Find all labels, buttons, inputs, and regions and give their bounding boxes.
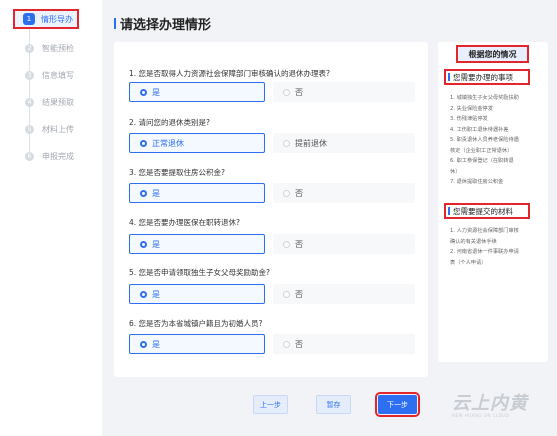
q5-option-yes[interactable]: 是 [129, 284, 265, 304]
save-draft-button[interactable]: 暂存 [316, 395, 351, 414]
q4-option-no[interactable]: 否 [273, 234, 415, 254]
list-item: 7. 退休提取住房公积金 [450, 179, 504, 185]
step-number: 4 [25, 97, 34, 107]
step-number: 1 [23, 13, 35, 25]
list-item: 1. 城镇独生子女父母奖励扶助 [450, 95, 519, 101]
radio-unchecked-icon [283, 189, 290, 197]
question-1: 1. 您是否取得人力资源社会保障部门审核确认的退休办理表? [129, 69, 331, 78]
step-label: 结果预取 [42, 97, 74, 107]
option-label: 是 [152, 87, 160, 97]
list-item: 2. 河南省退休一件事联办申请 [450, 249, 519, 255]
step-sidebar: 1 情形导办 2 智能预检 3 信息填写 4 结果预取 5 材料上传 6 申报完… [0, 0, 102, 436]
option-label: 正常退休 [152, 138, 184, 148]
radio-unchecked-icon [283, 340, 290, 348]
questions-card: 1. 您是否取得人力资源社会保障部门审核确认的退休办理表? 是 否 2. 请问您… [114, 42, 428, 377]
step-info-fill: 3 信息填写 [14, 65, 98, 85]
step-label: 材料上传 [42, 124, 74, 134]
panel-title: 根据您的情况 [456, 45, 529, 63]
step-declare-complete: 6 申报完成 [14, 146, 98, 166]
q3-option-yes[interactable]: 是 [129, 183, 265, 203]
q3-option-no[interactable]: 否 [273, 183, 415, 203]
radio-unchecked-icon [283, 240, 290, 248]
section-accent-bar [448, 73, 450, 81]
step-label: 信息填写 [42, 70, 74, 80]
q1-option-no[interactable]: 否 [273, 82, 415, 102]
option-label: 是 [152, 289, 160, 299]
option-label: 否 [295, 87, 303, 97]
question-6: 6. 您是否为本省城镇户籍且为初婚人员? [129, 319, 263, 328]
list-item: 3. 伤残津贴停发 [450, 116, 488, 122]
q1-option-yes[interactable]: 是 [129, 82, 265, 102]
page-title-text: 请选择办理情形 [120, 18, 212, 33]
list-item: 确认的有关退休手续 [450, 238, 497, 245]
radio-checked-icon [140, 88, 147, 96]
list-item: 核定（企业职工正常退休） [450, 147, 513, 154]
materials-title-text: 您需要提交的材料 [453, 206, 513, 216]
matters-section-title: 您需要办理的事项 [444, 69, 530, 85]
question-5: 5. 您是否申请领取独生子女父母奖励助金? [129, 268, 271, 277]
list-item: 6. 职工参保登记（在职转退 [450, 158, 514, 164]
step-number: 5 [25, 124, 34, 134]
next-step-button[interactable]: 下一步 [375, 392, 420, 417]
radio-unchecked-icon [283, 290, 290, 298]
step-number: 2 [25, 43, 34, 53]
option-label: 提前退休 [295, 138, 327, 148]
q2-option-normal-retire[interactable]: 正常退休 [129, 133, 265, 153]
question-3: 3. 您是否要提取住房公积金? [129, 168, 226, 177]
cloud-neihuang-logo: 云上内黄 NEW HUANG ON CLOUD [452, 389, 530, 419]
option-label: 否 [295, 239, 303, 249]
list-item: 休） [450, 168, 461, 175]
list-item: 表（个人申请） [450, 259, 487, 266]
option-label: 否 [295, 289, 303, 299]
option-label: 否 [295, 339, 303, 349]
matters-list: 1. 城镇独生子女父母奖励扶助 2. 失业保险金停发 3. 伤残津贴停发 4. … [450, 93, 546, 188]
q5-option-no[interactable]: 否 [273, 284, 415, 304]
list-item: 2. 失业保险金停发 [450, 105, 493, 112]
step-number: 6 [25, 151, 34, 161]
q6-option-no[interactable]: 否 [273, 334, 415, 354]
q2-option-early-retire[interactable]: 提前退休 [273, 133, 415, 153]
radio-checked-icon [140, 240, 147, 248]
section-accent-bar [448, 207, 450, 215]
materials-section-title: 您需要提交的材料 [444, 203, 530, 219]
step-result-prefetch: 4 结果预取 [14, 92, 98, 112]
title-accent-bar [114, 18, 116, 29]
step-smart-precheck: 2 智能预检 [14, 38, 98, 58]
list-item: 1. 人力资源社会保障部门审核 [450, 228, 519, 234]
step-label: 申报完成 [42, 151, 74, 161]
list-item: 4. 工伤职工退休待遇补差 [450, 126, 509, 133]
prev-step-button[interactable]: 上一步 [253, 395, 288, 414]
q4-option-yes[interactable]: 是 [129, 234, 265, 254]
q6-option-yes[interactable]: 是 [129, 334, 265, 354]
list-item: 5. 职责退休人员养老保险待遇 [450, 137, 519, 143]
radio-checked-icon [140, 340, 147, 348]
option-label: 是 [152, 339, 160, 349]
radio-checked-icon [140, 189, 147, 197]
radio-unchecked-icon [283, 139, 290, 147]
question-2: 2. 请问您的退休类别是? [129, 118, 211, 127]
step-situation-guide[interactable]: 1 情形导办 [13, 9, 79, 29]
option-label: 是 [152, 188, 160, 198]
step-number: 3 [25, 70, 34, 80]
logo-text: 云上内黄 [452, 393, 528, 414]
radio-unchecked-icon [283, 88, 290, 96]
option-label: 否 [295, 188, 303, 198]
radio-checked-icon [140, 139, 147, 147]
question-4: 4. 您是否要办理医保在职转退休? [129, 218, 241, 227]
option-label: 是 [152, 239, 160, 249]
materials-list: 1. 人力资源社会保障部门审核 确认的有关退休手续 2. 河南省退休一件事联办申… [450, 226, 546, 268]
page-title: 请选择办理情形 [114, 14, 211, 33]
step-material-upload: 5 材料上传 [14, 119, 98, 139]
step-label: 情形导办 [41, 14, 73, 24]
step-label: 智能预检 [42, 43, 74, 53]
radio-checked-icon [140, 290, 147, 298]
summary-panel: 根据您的情况 您需要办理的事项 1. 城镇独生子女父母奖励扶助 2. 失业保险金… [438, 42, 548, 362]
matters-title-text: 您需要办理的事项 [453, 72, 513, 82]
